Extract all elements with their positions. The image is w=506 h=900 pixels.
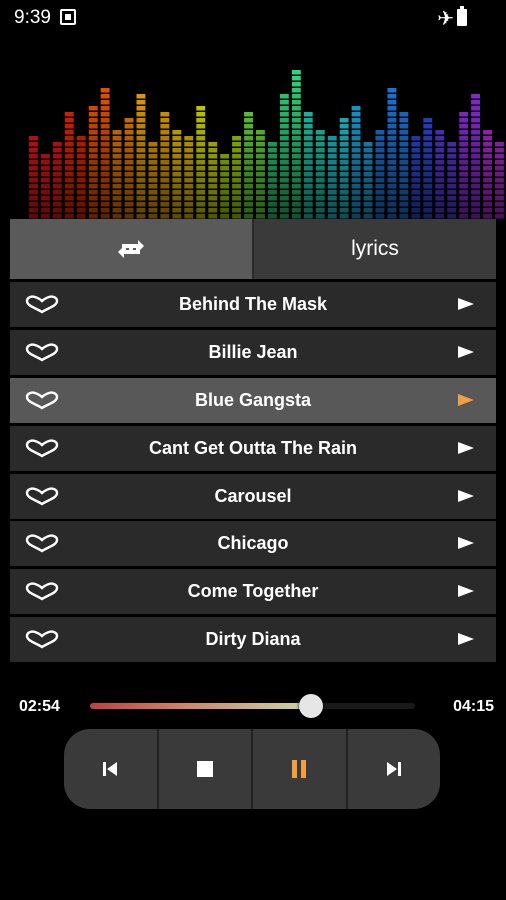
playlist: Behind The Mask Billie Jean Blue Gangsta Ca… — [10, 282, 496, 667]
visualizer-bar — [399, 112, 409, 219]
seek-bar-thumb[interactable] — [299, 694, 323, 718]
play-arrow-icon[interactable] — [458, 441, 474, 454]
play-arrow-icon[interactable] — [458, 298, 474, 310]
visualizer-bar — [124, 118, 134, 219]
visualizer-bar — [112, 130, 122, 219]
status-time: 9:39 — [14, 7, 51, 28]
visualizer-bar — [40, 154, 50, 219]
previous-button[interactable] — [64, 729, 157, 809]
song-title: Come Together — [187, 581, 319, 602]
elapsed-time: 02:54 — [19, 698, 60, 715]
photo-icon — [60, 9, 76, 25]
play-arrow-icon[interactable] — [458, 537, 474, 550]
playlist-row[interactable]: Cant Get Outta The Rain — [10, 425, 496, 471]
stop-button[interactable] — [156, 729, 252, 809]
playlist-row[interactable]: Behind The Mask — [10, 282, 496, 327]
visualizer-bar — [303, 112, 313, 219]
playlist-row[interactable]: Blue Gangsta — [10, 377, 496, 423]
heart-icon[interactable] — [24, 533, 60, 553]
visualizer-bar — [375, 130, 385, 219]
visualizer-bar — [64, 112, 74, 219]
visualizer-bar — [244, 112, 253, 219]
seek-bar-fill — [90, 703, 311, 709]
airplane-icon: ✈ — [437, 8, 454, 30]
visualizer-bar — [483, 130, 492, 219]
visualizer-bar — [232, 136, 241, 219]
play-arrow-icon[interactable] — [458, 489, 474, 502]
playlist-row[interactable]: Dirty Diana — [10, 617, 496, 663]
visualizer-bar — [387, 88, 397, 219]
playlist-row[interactable]: Billie Jean — [10, 329, 496, 375]
song-title: Billie Jean — [208, 341, 298, 362]
song-title: Carousel — [214, 485, 292, 506]
song-title: Blue Gangsta — [194, 389, 312, 410]
visualizer-bar — [447, 142, 457, 219]
heart-icon[interactable] — [24, 390, 60, 410]
song-title: Behind The Mask — [178, 294, 328, 314]
seek-bar[interactable] — [90, 694, 415, 718]
heart-icon[interactable] — [24, 342, 60, 362]
stop-icon — [196, 761, 213, 777]
audio-visualizer — [29, 70, 504, 219]
playlist-row[interactable]: Come Together — [10, 569, 496, 615]
visualizer-bar — [471, 94, 480, 219]
visualizer-bar — [208, 142, 218, 219]
total-time: 04:15 — [453, 698, 494, 715]
visualizer-bar — [435, 130, 445, 219]
visualizer-bar — [196, 106, 206, 219]
visualizer-bar — [136, 94, 146, 219]
pause-button[interactable] — [251, 729, 346, 809]
skip-previous-icon — [103, 762, 118, 776]
progress-area: 02:54 04:15 — [0, 688, 506, 728]
play-arrow-icon[interactable] — [458, 393, 474, 406]
visualizer-bar — [495, 142, 504, 219]
heart-icon[interactable] — [24, 629, 60, 649]
visualizer-bar — [172, 130, 182, 219]
battery-icon — [457, 6, 467, 26]
visualizer-bar — [411, 136, 421, 219]
song-title: Dirty Diana — [205, 629, 301, 650]
visualizer-bar — [327, 136, 337, 219]
play-arrow-icon[interactable] — [458, 345, 474, 358]
visualizer-bar — [315, 130, 325, 219]
visualizer-bar — [423, 118, 433, 219]
visualizer-bar — [29, 136, 38, 219]
song-title: Cant Get Outta The Rain — [148, 437, 357, 458]
repeat-icon — [118, 240, 144, 258]
tab-lyrics[interactable]: lyrics — [254, 219, 496, 279]
visualizer-bar — [268, 142, 277, 219]
song-title: Chicago — [217, 533, 289, 554]
visualizer-bar — [459, 112, 469, 219]
tab-lyrics-label: lyrics — [351, 237, 399, 260]
skip-next-icon — [386, 762, 401, 776]
visualizer-bar — [291, 70, 301, 219]
visualizer-bar — [148, 142, 158, 219]
visualizer-bar — [363, 142, 373, 219]
heart-icon[interactable] — [24, 486, 60, 506]
visualizer-bar — [88, 106, 98, 219]
playback-controls — [64, 729, 440, 809]
visualizer-bar — [220, 154, 230, 219]
pause-icon — [292, 760, 307, 778]
status-bar: 9:39 ✈ — [0, 0, 506, 36]
tab-bar: lyrics — [10, 219, 496, 279]
visualizer-bar — [160, 112, 170, 219]
visualizer-bar — [76, 136, 86, 219]
playlist-row[interactable]: Chicago — [10, 521, 496, 567]
heart-icon[interactable] — [24, 438, 60, 458]
visualizer-bar — [256, 130, 265, 219]
visualizer-bar — [52, 142, 62, 219]
visualizer-bar — [351, 106, 361, 219]
next-button[interactable] — [345, 729, 441, 809]
play-arrow-icon[interactable] — [458, 633, 474, 646]
visualizer-bar — [339, 118, 349, 219]
visualizer-bar — [184, 136, 194, 219]
heart-icon[interactable] — [24, 294, 60, 314]
heart-icon[interactable] — [24, 581, 60, 601]
play-arrow-icon[interactable] — [458, 585, 474, 598]
tab-repeat[interactable] — [10, 219, 254, 279]
visualizer-bar — [100, 88, 110, 219]
visualizer-bar — [279, 94, 289, 219]
playlist-row[interactable]: Carousel — [10, 473, 496, 519]
